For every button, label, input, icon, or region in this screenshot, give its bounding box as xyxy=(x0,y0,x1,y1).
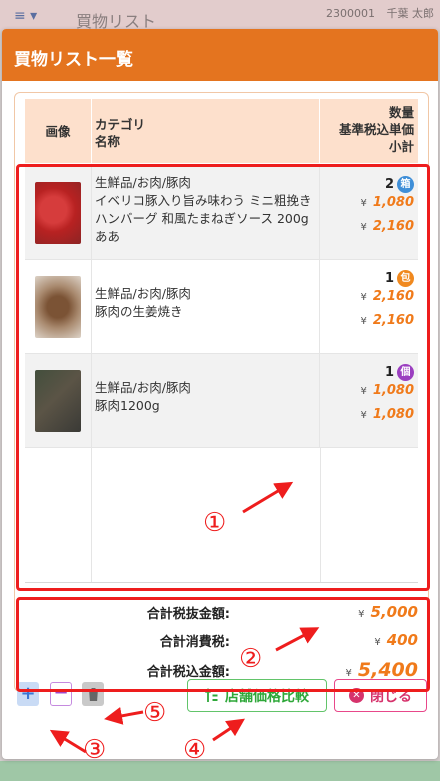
arrow-3 xyxy=(49,729,87,754)
annotation-arrows xyxy=(49,481,320,754)
arrow-4 xyxy=(212,718,245,742)
arrow-2 xyxy=(275,627,320,652)
arrow-1 xyxy=(242,481,294,514)
arrow-5 xyxy=(104,706,144,725)
